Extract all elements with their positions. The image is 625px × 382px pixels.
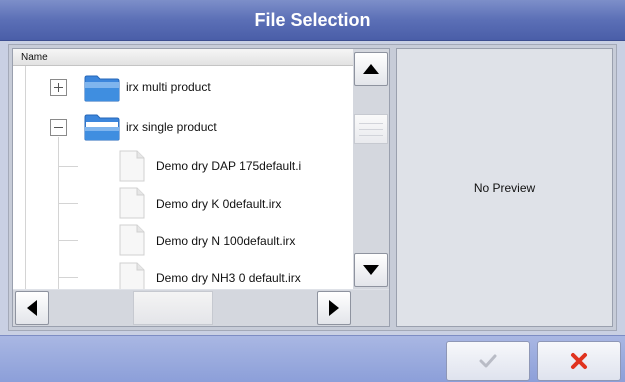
triangle-left-icon	[27, 300, 37, 316]
preview-text: No Preview	[473, 180, 536, 195]
document-icon	[119, 150, 145, 182]
tree-item-label[interactable]: Demo dry N 100default.irx	[156, 234, 295, 248]
accept-button[interactable]	[446, 341, 530, 381]
horizontal-scroll-thumb[interactable]	[133, 291, 213, 325]
tree-line	[58, 137, 59, 289]
vertical-scrollbar[interactable]	[353, 49, 389, 289]
document-icon	[119, 224, 145, 256]
triangle-right-icon	[329, 300, 339, 316]
tree-line	[58, 240, 78, 241]
minus-box-icon[interactable]	[50, 119, 67, 136]
x-icon	[571, 353, 587, 369]
tree-line	[58, 277, 78, 278]
triangle-up-icon	[363, 64, 379, 74]
preview-panel: No Preview	[396, 48, 613, 327]
scroll-up-button[interactable]	[354, 52, 388, 86]
horizontal-scrollbar[interactable]	[13, 290, 353, 326]
bottom-bar	[0, 335, 625, 382]
tree-item-label[interactable]: irx single product	[126, 120, 217, 134]
scrollbar-corner	[353, 290, 389, 326]
name-column-header[interactable]: Name	[13, 49, 353, 66]
scroll-right-button[interactable]	[317, 291, 351, 325]
tree-item-label[interactable]: Demo dry NH3 0 default.irx	[156, 271, 301, 285]
scroll-left-button[interactable]	[15, 291, 49, 325]
scroll-down-button[interactable]	[354, 253, 388, 287]
tree-item-label[interactable]: irx multi product	[126, 80, 211, 94]
window-title: File Selection	[254, 9, 371, 30]
title-bar: File Selection	[0, 0, 625, 41]
tree-line	[25, 66, 26, 289]
document-icon	[119, 187, 145, 219]
folder-icon	[84, 113, 120, 141]
file-tree[interactable]: Name irx multi product irx single produc…	[13, 49, 353, 289]
triangle-down-icon	[363, 265, 379, 275]
checkmark-icon	[479, 354, 497, 368]
folder-icon	[84, 74, 120, 102]
tree-item-label[interactable]: Demo dry K 0default.irx	[156, 197, 281, 211]
cancel-button[interactable]	[537, 341, 621, 381]
plus-box-icon[interactable]	[50, 79, 67, 96]
document-icon	[119, 262, 145, 289]
tree-line	[58, 166, 78, 167]
tree-item-label[interactable]: Demo dry DAP 175default.i	[156, 159, 301, 173]
tree-line	[58, 203, 78, 204]
vertical-scroll-thumb[interactable]	[354, 114, 388, 144]
